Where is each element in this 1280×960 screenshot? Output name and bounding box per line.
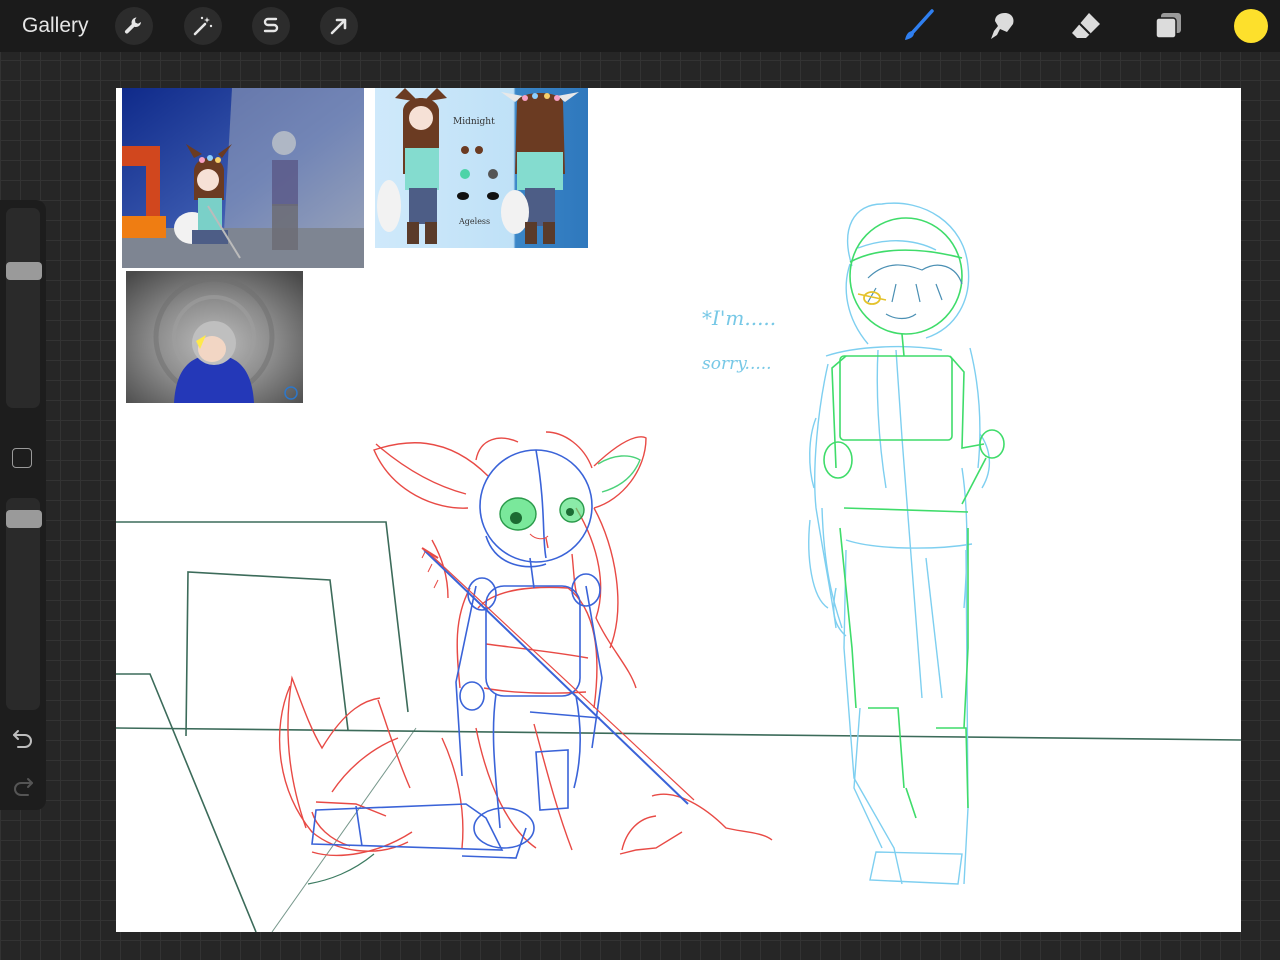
hooded-boy-sketch (808, 202, 990, 885)
actions-button[interactable] (115, 7, 153, 45)
opacity-thumb[interactable] (6, 510, 42, 528)
magic-wand-icon (193, 16, 213, 36)
background-room-lines (116, 521, 1241, 932)
hooded-boy-hair (867, 264, 963, 320)
drawing-canvas[interactable]: Midnight Ageless *I'm..... sorry..... (116, 88, 1241, 932)
eraser-icon (1072, 13, 1100, 38)
brush-size-thumb[interactable] (6, 262, 42, 280)
color-picker-button[interactable] (1234, 9, 1268, 43)
undo-icon (13, 730, 32, 748)
redo-button[interactable] (10, 774, 36, 803)
gallery-button[interactable]: Gallery (22, 14, 89, 38)
brush-tool-button[interactable] (900, 8, 936, 44)
sketch-layer (116, 202, 1241, 932)
transform-arrow-icon (330, 18, 347, 35)
top-toolbar: Gallery (0, 0, 1280, 52)
left-sidebar (0, 200, 46, 810)
undo-button[interactable] (10, 726, 36, 755)
layers-icon (1155, 13, 1181, 39)
redo-icon (14, 778, 33, 796)
smudge-icon (991, 13, 1014, 39)
wrench-icon (124, 17, 141, 34)
adjustments-button[interactable] (184, 7, 222, 45)
brush-size-slider[interactable] (6, 208, 40, 408)
transform-button[interactable] (320, 7, 358, 45)
brush-icon (905, 9, 934, 40)
opacity-slider[interactable] (6, 498, 40, 710)
smudge-tool-button[interactable] (984, 8, 1020, 44)
eraser-tool-button[interactable] (1068, 8, 1104, 44)
selection-button[interactable] (252, 7, 290, 45)
hooded-boy-construction (823, 217, 1005, 819)
layers-button[interactable] (1150, 8, 1186, 44)
selection-s-icon (263, 17, 279, 33)
modify-button[interactable] (12, 448, 32, 468)
